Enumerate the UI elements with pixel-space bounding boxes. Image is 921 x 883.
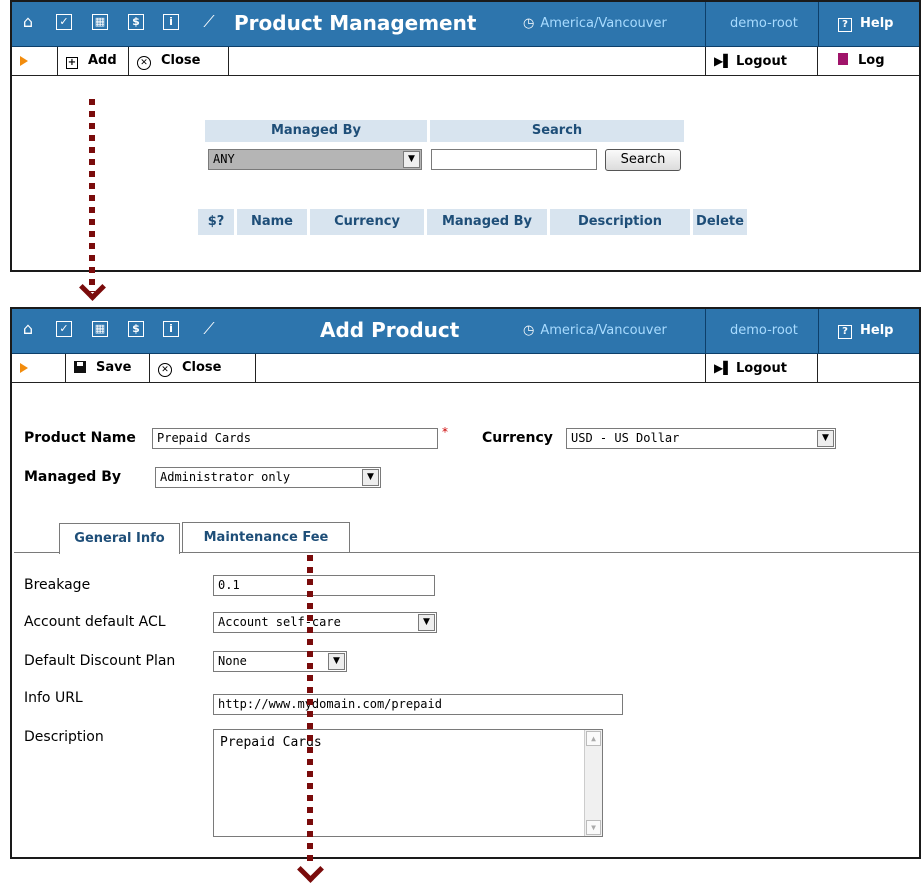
logout-icon: ▶▌	[714, 54, 733, 68]
description-label: Description	[24, 729, 104, 745]
page-title: Product Management	[234, 11, 477, 35]
timezone-link[interactable]: ◷ America/Vancouver	[523, 323, 667, 338]
logout-button[interactable]: ▶▌ Logout	[705, 354, 818, 382]
chart-icon[interactable]: ⟋	[199, 319, 219, 339]
chevron-down-icon: ▼	[403, 151, 420, 168]
required-marker: *	[442, 425, 448, 439]
column-header-managed-by: Managed By	[427, 209, 547, 235]
product-name-input[interactable]: Prepaid Cards	[152, 428, 438, 449]
info-url-input[interactable]: http://www.mydomain.com/prepaid	[213, 694, 623, 715]
play-arrow-icon	[20, 56, 28, 66]
help-icon: ?	[838, 18, 852, 32]
logout-button[interactable]: ▶▌ Logout	[705, 47, 818, 75]
scroll-down-icon[interactable]: ▼	[586, 820, 601, 835]
chevron-down-icon: ▼	[418, 614, 435, 631]
user-link[interactable]: demo-root	[730, 16, 798, 31]
breakage-input[interactable]: 0.1	[213, 575, 435, 596]
close-button[interactable]: ✕ Close	[129, 47, 229, 75]
chevron-down-icon: ▼	[328, 653, 345, 670]
discount-plan-label: Default Discount Plan	[24, 653, 176, 669]
user-link[interactable]: demo-root	[730, 323, 798, 338]
description-scrollbar[interactable]: ▲ ▼	[584, 730, 602, 836]
save-button[interactable]: Save	[65, 354, 150, 382]
checkbox-icon[interactable]: ✓	[56, 321, 72, 337]
column-header-delete: Delete	[693, 209, 747, 235]
separator	[705, 309, 706, 353]
grid-icon[interactable]: ▦	[92, 14, 108, 30]
flow-arrow-head-icon	[297, 856, 324, 883]
add-product-window: ⌂ ✓ ▦ $ i ⟋ Add Product ◷ America/Vancouv…	[10, 307, 921, 859]
product-name-label: Product Name	[24, 430, 136, 446]
add-button[interactable]: + Add	[57, 47, 129, 75]
log-icon	[838, 53, 848, 65]
column-header-description: Description	[550, 209, 690, 235]
logout-icon: ▶▌	[714, 361, 733, 375]
tab-maintenance-fee[interactable]: Maintenance Fee	[182, 522, 350, 552]
close-button[interactable]: ✕ Close	[150, 354, 256, 382]
column-header-currency: Currency	[310, 209, 424, 235]
product-management-window: ⌂ ✓ ▦ $ i ⟋ Product Management ◷ America/…	[10, 0, 921, 272]
plus-icon: +	[66, 57, 78, 69]
search-header: Search	[430, 120, 684, 142]
search-button[interactable]: Search	[605, 149, 681, 171]
page-title: Add Product	[320, 318, 460, 342]
currency-label: Currency	[482, 430, 553, 446]
info-url-label: Info URL	[24, 690, 83, 706]
chevron-down-icon: ▼	[362, 469, 379, 486]
acl-label: Account default ACL	[24, 614, 166, 630]
flow-arrow-line	[307, 555, 313, 867]
info-icon[interactable]: i	[163, 14, 179, 30]
grid-icon[interactable]: ▦	[92, 321, 108, 337]
checkbox-icon[interactable]: ✓	[56, 14, 72, 30]
help-link[interactable]: ? Help	[838, 323, 893, 339]
column-header-paid: $?	[198, 209, 234, 235]
dollar-icon[interactable]: $	[128, 14, 144, 30]
action-toolbar: + Add ✕ Close ▶▌ Logout Log	[12, 47, 919, 76]
tab-general-info[interactable]: General Info	[59, 523, 180, 554]
separator	[705, 2, 706, 46]
currency-select[interactable]: USD - US Dollar ▼	[566, 428, 836, 449]
home-icon[interactable]: ⌂	[18, 319, 38, 339]
separator	[818, 309, 819, 353]
chevron-down-icon: ▼	[817, 430, 834, 447]
play-arrow-icon	[20, 363, 28, 373]
discount-plan-select[interactable]: None ▼	[213, 651, 347, 672]
separator	[818, 2, 819, 46]
flow-arrow-head-icon	[79, 274, 106, 301]
search-input[interactable]	[431, 149, 597, 170]
scroll-up-icon[interactable]: ▲	[586, 731, 601, 746]
managed-by-header: Managed By	[205, 120, 427, 142]
home-icon[interactable]: ⌂	[18, 12, 38, 32]
clock-icon: ◷	[523, 16, 535, 31]
description-textarea[interactable]: Prepaid Cards ▲ ▼	[213, 729, 603, 837]
breakage-label: Breakage	[24, 577, 91, 593]
acl-select[interactable]: Account self-care ▼	[213, 612, 437, 633]
clock-icon: ◷	[523, 323, 535, 338]
dollar-icon[interactable]: $	[128, 321, 144, 337]
top-navigation-bar: ⌂ ✓ ▦ $ i ⟋ Product Management ◷ America/…	[12, 2, 919, 47]
managed-by-label: Managed By	[24, 469, 122, 485]
save-icon	[74, 361, 86, 373]
chart-icon[interactable]: ⟋	[199, 12, 219, 32]
log-button[interactable]: Log	[818, 47, 919, 75]
managed-by-select[interactable]: ANY ▼	[208, 149, 422, 170]
help-icon: ?	[838, 325, 852, 339]
top-navigation-bar: ⌂ ✓ ▦ $ i ⟋ Add Product ◷ America/Vancouv…	[12, 309, 919, 354]
close-icon: ✕	[158, 363, 172, 377]
action-toolbar: Save ✕ Close ▶▌ Logout	[12, 354, 919, 383]
help-link[interactable]: ? Help	[838, 16, 893, 32]
flow-arrow-line	[89, 99, 95, 292]
info-icon[interactable]: i	[163, 321, 179, 337]
close-icon: ✕	[137, 56, 151, 70]
timezone-link[interactable]: ◷ America/Vancouver	[523, 16, 667, 31]
column-header-name: Name	[237, 209, 307, 235]
managed-by-select[interactable]: Administrator only ▼	[155, 467, 381, 488]
